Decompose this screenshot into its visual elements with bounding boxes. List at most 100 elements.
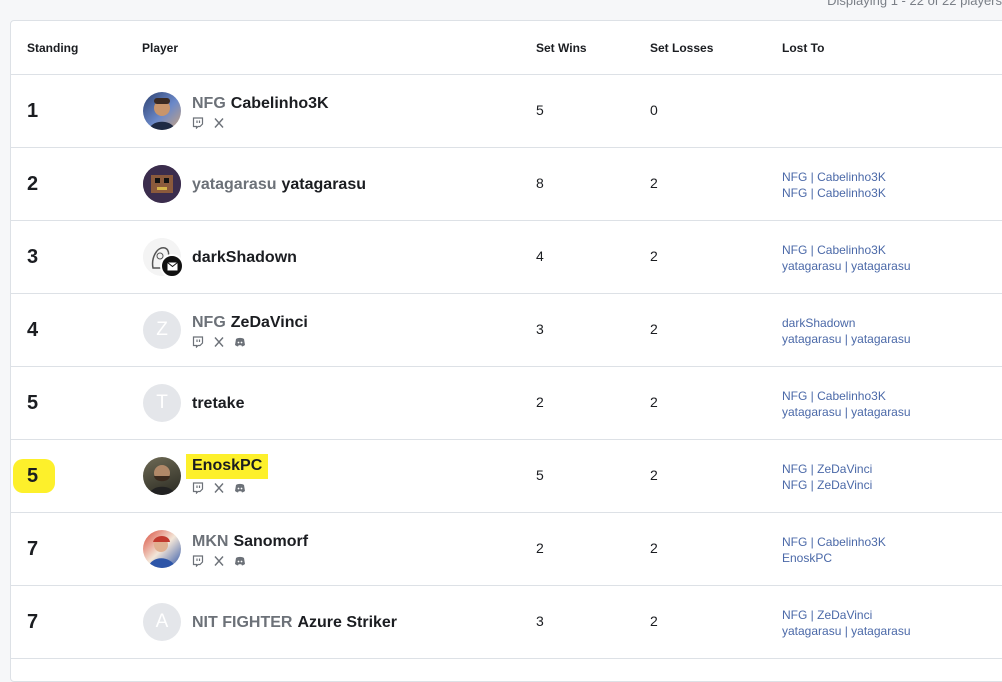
standing: 2	[27, 173, 39, 195]
set-wins: 5	[536, 102, 544, 118]
player-prefix: NFG	[192, 95, 226, 112]
player-name[interactable]: MKN Sanomorf	[192, 533, 308, 551]
player-prefix: NIT FIGHTER	[192, 614, 293, 631]
set-losses: 2	[650, 321, 658, 337]
set-wins: 5	[536, 467, 544, 483]
lost-to-list: NFG | ZeDaVinci yatagarasu | yatagarasu	[782, 607, 911, 639]
avatar[interactable]	[143, 165, 181, 203]
avatar-initial: A	[155, 611, 169, 632]
lost-to-list: darkShadown yatagarasu | yatagarasu	[782, 315, 911, 347]
social-links	[192, 336, 246, 348]
set-losses: 2	[650, 467, 658, 483]
player-prefix: NFG	[192, 314, 226, 331]
social-links	[192, 555, 246, 567]
lost-to-link[interactable]: yatagarasu | yatagarasu	[782, 331, 911, 347]
lost-to-link[interactable]: NFG | ZeDaVinci	[782, 607, 911, 623]
x-icon[interactable]	[213, 555, 225, 567]
column-set-wins[interactable]: Set Wins	[536, 41, 587, 55]
lost-to-link[interactable]: darkShadown	[782, 315, 911, 331]
standings-table: Standing Player Set Wins Set Losses Lost…	[10, 20, 1002, 682]
player-tag: Cabelinho3K	[230, 95, 329, 112]
table-row: 5 EnoskPC 5 2 NFG | ZeDaVinci NFG | ZeDa…	[11, 440, 1002, 513]
lost-to-link[interactable]: yatagarasu | yatagarasu	[782, 258, 911, 274]
standing: 3	[27, 246, 39, 268]
twitch-icon[interactable]	[192, 555, 204, 567]
lost-to-link[interactable]: NFG | Cabelinho3K	[782, 534, 886, 550]
set-wins: 3	[536, 321, 544, 337]
player-name[interactable]: darkShadown	[192, 249, 297, 267]
lost-to-list: NFG | Cabelinho3K yatagarasu | yatagaras…	[782, 388, 911, 420]
set-losses: 2	[650, 175, 658, 191]
lost-to-list: NFG | Cabelinho3K EnoskPC	[782, 534, 886, 566]
standing: 1	[27, 100, 39, 122]
standing: 7	[27, 538, 39, 560]
player-name[interactable]: NIT FIGHTER Azure Striker	[192, 614, 397, 632]
column-player[interactable]: Player	[142, 41, 178, 55]
results-count: Displaying 1 - 22 of 22 players	[827, 0, 1002, 8]
player-tag: darkShadown	[192, 249, 297, 266]
discord-icon[interactable]	[234, 482, 246, 494]
set-wins: 2	[536, 540, 544, 556]
set-wins: 2	[536, 394, 544, 410]
table-row: 7 A NIT FIGHTER Azure Striker 3 2 NFG | Z…	[11, 586, 1002, 659]
lost-to-list: NFG | ZeDaVinci NFG | ZeDaVinci	[782, 461, 872, 493]
standing: 4	[27, 319, 39, 341]
player-name[interactable]: yatagarasu yatagarasu	[192, 176, 366, 194]
lost-to-link[interactable]: NFG | Cabelinho3K	[782, 169, 886, 185]
avatar[interactable]	[143, 92, 181, 130]
lost-to-link[interactable]: NFG | ZeDaVinci	[782, 477, 872, 493]
lost-to-list: NFG | Cabelinho3K yatagarasu | yatagaras…	[782, 242, 911, 274]
standing: 7	[27, 611, 39, 633]
lost-to-link[interactable]: NFG | ZeDaVinci	[782, 461, 872, 477]
standing: 5	[12, 459, 56, 493]
player-name[interactable]: EnoskPC	[186, 454, 269, 479]
twitch-icon[interactable]	[192, 482, 204, 494]
player-name[interactable]: NFG Cabelinho3K	[192, 95, 329, 113]
table-row: 2 yatagarasu yatagarasu 8 2 NFG | Cabelin…	[11, 148, 1002, 221]
set-losses: 2	[650, 613, 658, 629]
avatar[interactable]: Z	[143, 311, 181, 349]
discord-icon[interactable]	[234, 336, 246, 348]
avatar[interactable]	[143, 238, 184, 278]
avatar[interactable]: T	[143, 384, 181, 422]
twitch-icon[interactable]	[192, 336, 204, 348]
social-links	[192, 482, 246, 494]
player-prefix: MKN	[192, 533, 229, 550]
lost-to-link[interactable]: NFG | Cabelinho3K	[782, 388, 911, 404]
lost-to-link[interactable]: yatagarasu | yatagarasu	[782, 623, 911, 639]
lost-to-link[interactable]: NFG | Cabelinho3K	[782, 185, 886, 201]
avatar[interactable]	[143, 457, 181, 495]
player-name[interactable]: NFG ZeDaVinci	[192, 314, 308, 332]
avatar[interactable]: A	[143, 603, 181, 641]
avatar-initial: T	[156, 392, 168, 413]
table-header: Standing Player Set Wins Set Losses Lost…	[11, 21, 1002, 75]
avatar[interactable]	[143, 530, 181, 568]
table-row: 3 darkShadown 4 2 NFG | Cabelinho3K yata…	[11, 221, 1002, 294]
column-lost-to[interactable]: Lost To	[782, 41, 824, 55]
avatar-initial: Z	[156, 319, 168, 340]
player-tag: tretake	[192, 395, 245, 412]
table-row: 7 MKN Sanomorf 2 2 NFG | Cabelinho3K Enos…	[11, 513, 1002, 586]
set-wins: 8	[536, 175, 544, 191]
column-set-losses[interactable]: Set Losses	[650, 41, 713, 55]
set-losses: 2	[650, 394, 658, 410]
twitch-icon[interactable]	[192, 117, 204, 129]
player-name[interactable]: tretake	[192, 395, 244, 413]
set-wins: 4	[536, 248, 544, 264]
table-row: 5 T tretake 2 2 NFG | Cabelinho3K yataga…	[11, 367, 1002, 440]
x-icon[interactable]	[213, 336, 225, 348]
x-icon[interactable]	[213, 117, 225, 129]
discord-icon[interactable]	[234, 555, 246, 567]
player-tag: Azure Striker	[297, 614, 398, 631]
player-tag: EnoskPC	[192, 457, 263, 474]
lost-to-link[interactable]: NFG | Cabelinho3K	[782, 242, 911, 258]
column-standing[interactable]: Standing	[27, 41, 78, 55]
lost-to-link[interactable]: EnoskPC	[782, 550, 886, 566]
x-icon[interactable]	[213, 482, 225, 494]
lost-to-link[interactable]: yatagarasu | yatagarasu	[782, 404, 911, 420]
social-links	[192, 117, 225, 129]
player-tag: Sanomorf	[233, 533, 309, 550]
player-prefix: yatagarasu	[192, 176, 277, 193]
mail-icon	[160, 254, 184, 278]
lost-to-list: NFG | Cabelinho3K NFG | Cabelinho3K	[782, 169, 886, 201]
